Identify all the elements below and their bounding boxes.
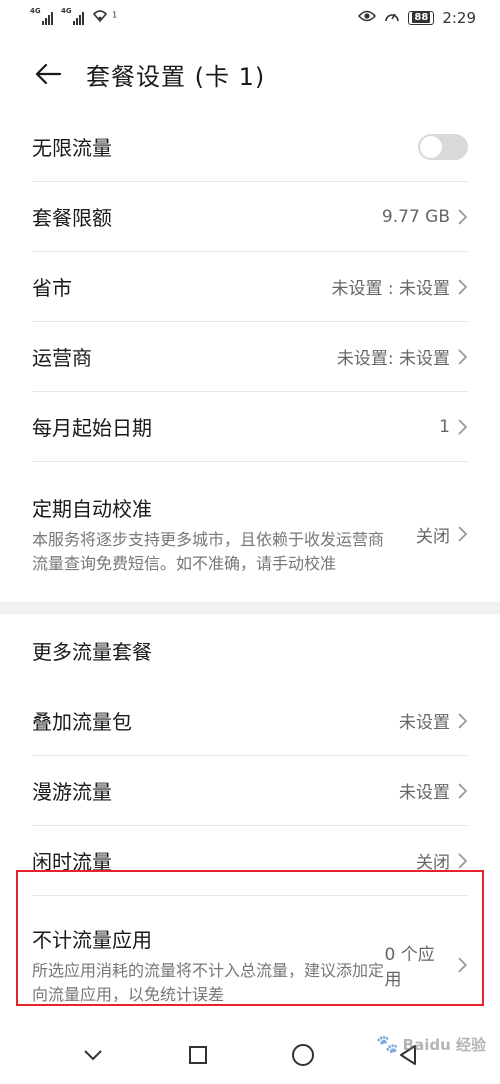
row-value: 9.77 GB	[381, 206, 450, 227]
row-value-group: 未设置	[399, 778, 468, 803]
section-divider	[0, 602, 500, 614]
chevron-right-icon	[458, 278, 468, 295]
chevron-right-icon	[458, 782, 468, 799]
row-text: 定期自动校准 本服务将逐步支持更多城市，且依赖于收发运营商流量查询免费短信。如不…	[32, 493, 392, 576]
sim1-signal-icon: 4G	[30, 7, 53, 25]
status-right: 88 2:29	[358, 9, 476, 27]
clock: 2:29	[442, 9, 476, 27]
chevron-right-icon	[458, 852, 468, 869]
row-label: 定期自动校准	[32, 496, 152, 521]
nav-down-button[interactable]	[73, 1035, 113, 1075]
row-label: 漫游流量	[32, 780, 112, 804]
wifi-badge: 1	[112, 10, 118, 20]
row-label: 省市	[32, 276, 72, 300]
watermark-text: Baidu 经验	[402, 1036, 486, 1054]
sim2-label: 4G	[61, 7, 72, 15]
row-description: 本服务将逐步支持更多城市，且依赖于收发运营商流量查询免费短信。如不准确，请手动校…	[32, 529, 385, 573]
more-plans-section-title: 更多流量套餐	[32, 639, 152, 664]
row-value-group: 1	[439, 417, 468, 437]
battery-icon: 88	[408, 11, 435, 25]
row-value-group: 未设置 : 未设置	[331, 274, 468, 299]
unlimited-data-row[interactable]: 无限流量	[32, 112, 468, 182]
nav-home-button[interactable]	[283, 1035, 323, 1075]
row-value-group: 未设置: 未设置	[337, 344, 468, 369]
row-value: 未设置: 未设置	[336, 349, 450, 369]
toggle-knob	[420, 135, 442, 158]
status-bar: 4G 4G 1 88 2:29	[0, 0, 500, 36]
back-button[interactable]	[24, 50, 72, 98]
row-label: 运营商	[32, 346, 92, 370]
chevron-right-icon	[458, 712, 468, 729]
addon-pack-row[interactable]: 叠加流量包 未设置	[32, 686, 468, 756]
idle-data-row[interactable]: 闲时流量 关闭	[32, 826, 468, 896]
chevron-right-icon	[458, 526, 468, 542]
row-value-group: 9.77 GB	[382, 207, 468, 227]
row-label: 无限流量	[32, 136, 112, 160]
speed-icon	[384, 9, 400, 27]
nav-recent-button[interactable]	[178, 1035, 218, 1075]
monthly-start-date-row[interactable]: 每月起始日期 1	[32, 392, 468, 462]
row-value-group: 关闭	[416, 522, 468, 547]
page-title: 套餐设置 (卡 1)	[86, 62, 266, 91]
row-value-group: 0 个应用	[385, 940, 468, 990]
row-value-group: 关闭	[416, 848, 468, 873]
arrow-left-icon	[35, 63, 62, 85]
square-recent-icon	[188, 1046, 207, 1064]
unmetered-apps-row[interactable]: 不计流量应用 所选应用消耗的流量将不计入总流量，建议添加定向流量应用，以免统计误…	[32, 896, 468, 1030]
row-value: 未设置	[399, 713, 450, 733]
app-header: 套餐设置 (卡 1)	[0, 40, 500, 108]
settings-list: 无限流量 套餐限额 9.77 GB 省市 未设置 : 未设置 运营商 未设置: …	[0, 112, 500, 1030]
auto-calibrate-row[interactable]: 定期自动校准 本服务将逐步支持更多城市，且依赖于收发运营商流量查询免费短信。如不…	[32, 462, 468, 602]
row-value-group: 未设置	[399, 708, 468, 733]
circle-home-icon	[291, 1044, 314, 1066]
roaming-data-row[interactable]: 漫游流量 未设置	[32, 756, 468, 826]
row-label: 叠加流量包	[32, 710, 132, 734]
row-label: 闲时流量	[32, 850, 112, 874]
province-city-row[interactable]: 省市 未设置 : 未设置	[32, 252, 468, 322]
row-value: 1	[439, 416, 450, 437]
row-label: 不计流量应用	[32, 927, 152, 952]
row-value: 关闭	[416, 526, 450, 547]
row-label: 套餐限额	[32, 206, 112, 230]
chevron-down-icon	[83, 1050, 102, 1061]
chevron-right-icon	[458, 957, 468, 973]
battery-level: 88	[412, 12, 431, 23]
row-label: 每月起始日期	[32, 416, 152, 440]
row-value: 未设置	[399, 783, 450, 803]
watermark: 🐾 Baidu 经验	[376, 1034, 486, 1055]
unlimited-data-toggle[interactable]	[418, 133, 468, 160]
paw-icon: 🐾	[376, 1034, 399, 1055]
sim2-signal-icon: 4G	[61, 7, 84, 25]
row-value: 未设置 : 未设置	[331, 279, 450, 299]
wifi-icon: 1	[92, 9, 117, 27]
chevron-right-icon	[458, 418, 468, 435]
row-value: 0 个应用	[384, 945, 435, 990]
row-description: 所选应用消耗的流量将不计入总流量，建议添加定向流量应用，以免统计误差	[32, 960, 385, 1004]
chevron-right-icon	[458, 208, 468, 225]
row-text: 不计流量应用 所选应用消耗的流量将不计入总流量，建议添加定向流量应用，以免统计误…	[32, 924, 385, 1007]
plan-limit-row[interactable]: 套餐限额 9.77 GB	[32, 182, 468, 252]
row-value: 关闭	[416, 853, 450, 873]
eye-icon	[358, 10, 377, 26]
status-left: 4G 4G 1	[30, 7, 117, 27]
chevron-right-icon	[458, 348, 468, 365]
carrier-row[interactable]: 运营商 未设置: 未设置	[32, 322, 468, 392]
sim1-label: 4G	[30, 7, 41, 15]
